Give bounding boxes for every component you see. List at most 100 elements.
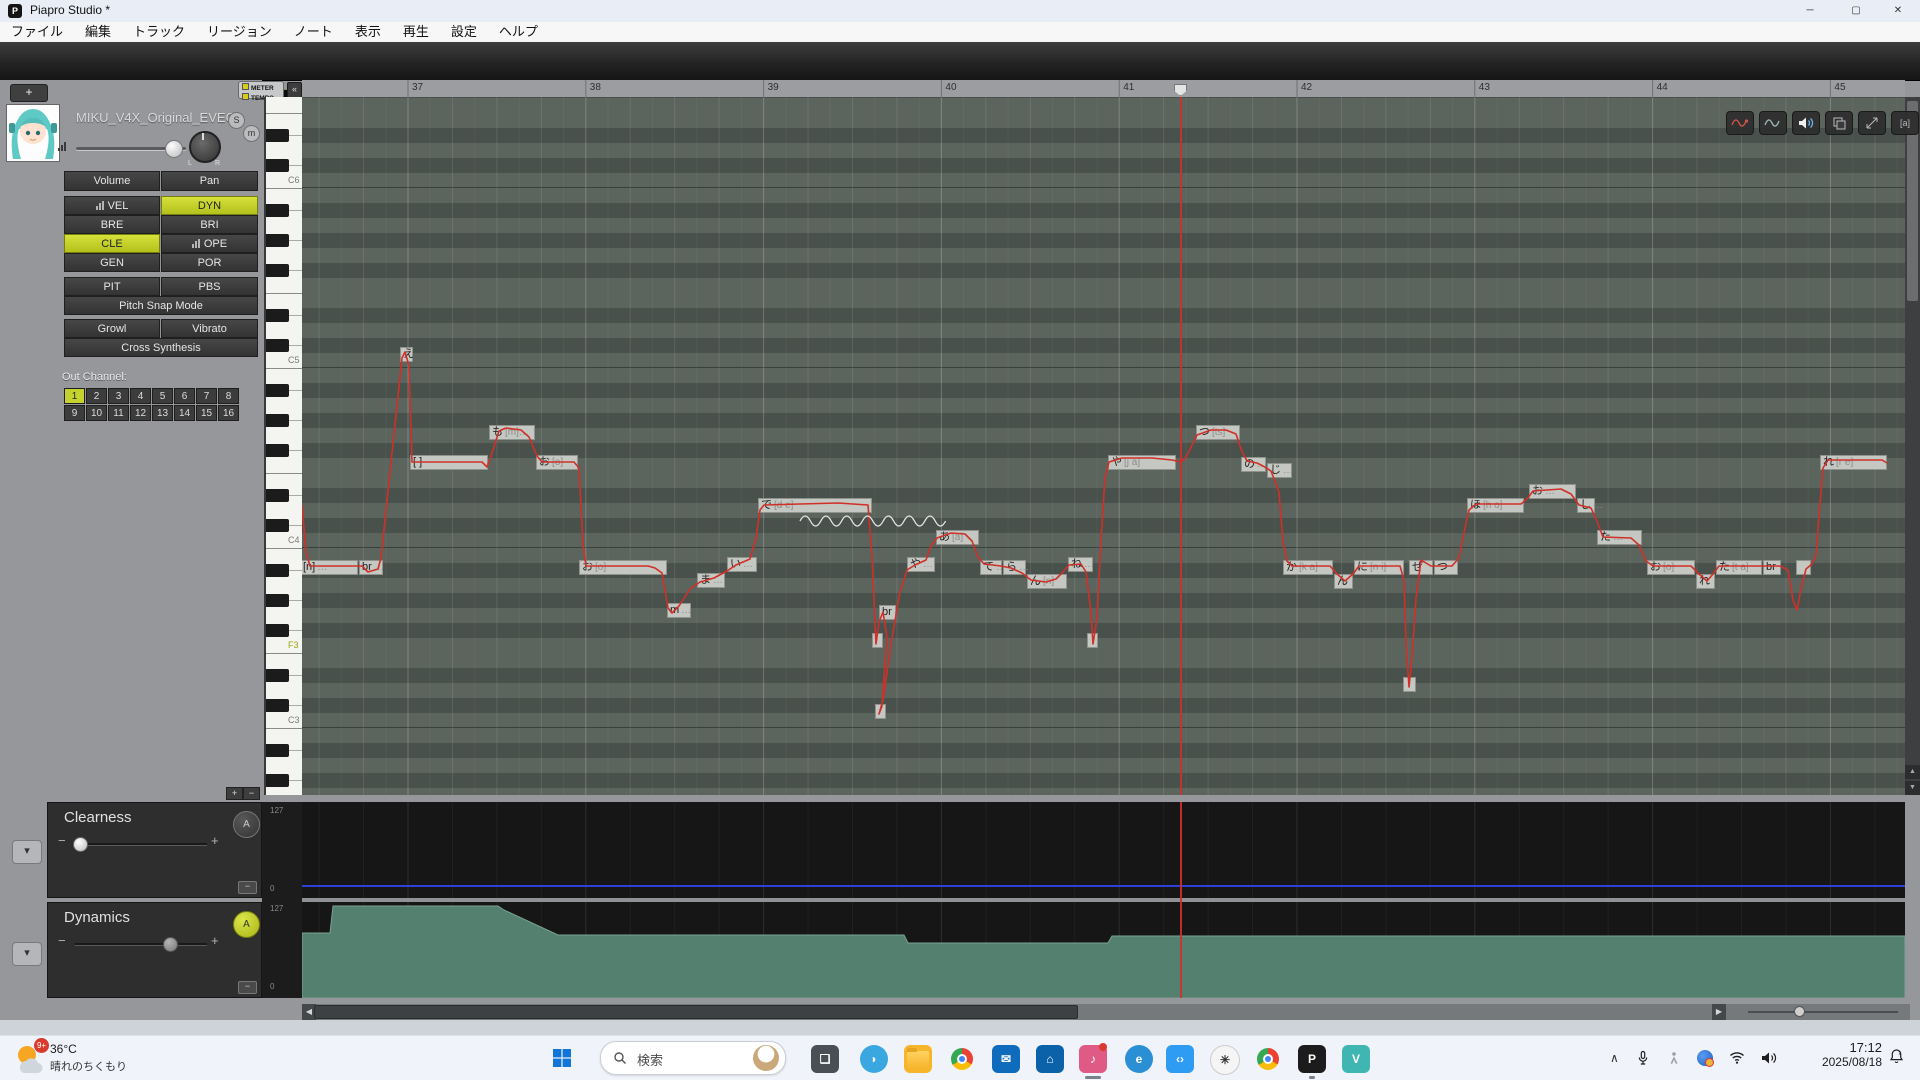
out-channel-11[interactable]: 11 [108, 405, 129, 421]
out-channel-2[interactable]: 2 [86, 388, 107, 404]
track-volume-thumb[interactable] [165, 140, 183, 158]
out-channel-4[interactable]: 4 [130, 388, 151, 404]
black-key[interactable] [266, 519, 289, 532]
piano-keyboard[interactable]: C6C5C4F3C3 [264, 97, 306, 795]
out-channel-5[interactable]: 5 [152, 388, 173, 404]
parameter-lanes[interactable] [302, 802, 1905, 998]
timeline-ruler[interactable]: 373839404142434445 [302, 80, 1905, 98]
param-button-pbs[interactable]: PBS [161, 277, 258, 296]
param-button-pit[interactable]: PIT [64, 277, 160, 296]
param-button-dyn[interactable]: DYN [161, 196, 258, 215]
menu-item-7[interactable]: 設定 [440, 22, 488, 42]
clearness-plus[interactable]: + [211, 833, 219, 848]
taskbar-task-view[interactable]: ❏ [811, 1045, 839, 1073]
param-button-por[interactable]: POR [161, 253, 258, 272]
speaker-icon[interactable] [1792, 111, 1820, 135]
copy-icon[interactable] [1825, 111, 1853, 135]
clearness-auto-button[interactable]: A [233, 811, 260, 838]
black-key[interactable] [266, 129, 289, 142]
dynamics-plus[interactable]: + [211, 933, 219, 948]
microphone-icon[interactable] [1635, 1050, 1651, 1066]
black-key[interactable] [266, 489, 289, 502]
param-button-vibrato[interactable]: Vibrato [161, 319, 258, 338]
volume-tray-icon[interactable] [1761, 1051, 1777, 1065]
taskbar-chrome[interactable] [948, 1045, 976, 1073]
clearness-collapse-button[interactable]: − [238, 881, 257, 894]
taskbar-voice-app[interactable]: V [1342, 1045, 1370, 1073]
param-button-vel[interactable]: VEL [64, 196, 160, 215]
search-highlight-image[interactable] [753, 1045, 779, 1071]
menu-item-1[interactable]: 編集 [74, 22, 122, 42]
dynamics-expand-chevron[interactable]: ▾ [12, 942, 42, 966]
param-button-pitch-snap-mode[interactable]: Pitch Snap Mode [64, 296, 258, 315]
search-input[interactable]: 検索 [600, 1041, 786, 1075]
taskbar-outlook[interactable]: ✉ [992, 1045, 1020, 1073]
param-button-pan[interactable]: Pan [161, 171, 258, 191]
dynamics-collapse-button[interactable]: − [238, 981, 257, 994]
clearness-minus[interactable]: − [58, 833, 66, 848]
taskbar-store[interactable]: ⌂ [1036, 1045, 1064, 1073]
zoom-out-button[interactable]: − [243, 787, 260, 800]
taskbar-piapro-app[interactable]: P [1298, 1045, 1326, 1073]
black-key[interactable] [266, 669, 289, 682]
notification-bell-icon[interactable]: z [1888, 1048, 1905, 1070]
black-key[interactable] [266, 204, 289, 217]
clearness-thumb[interactable] [73, 837, 88, 852]
dynamics-auto-button[interactable]: A [233, 911, 260, 938]
out-channel-10[interactable]: 10 [86, 405, 107, 421]
colored-app-tray-icon[interactable] [1697, 1050, 1713, 1066]
start-button[interactable] [552, 1048, 572, 1073]
weather-description[interactable]: 晴れのちくもり [50, 1058, 127, 1074]
mute-button[interactable]: m [243, 125, 260, 142]
hzoom-thumb[interactable] [1794, 1006, 1805, 1017]
menu-item-4[interactable]: ノート [283, 22, 344, 42]
tray-chevron-up-icon[interactable]: ∧ [1610, 1051, 1619, 1065]
expand-icon[interactable] [1858, 111, 1886, 135]
param-button-cross-synthesis[interactable]: Cross Synthesis [64, 338, 258, 357]
out-channel-1[interactable]: 1 [64, 388, 85, 404]
param-button-growl[interactable]: Growl [64, 319, 160, 338]
horizontal-scrollbar[interactable]: ◀ ▶ [302, 1004, 1910, 1020]
dynamics-slider[interactable] [75, 943, 207, 946]
param-button-volume[interactable]: Volume [64, 171, 160, 191]
taskbar-explorer[interactable] [904, 1045, 932, 1073]
collapse-panel-button[interactable]: « [287, 82, 302, 98]
wifi-icon[interactable] [1729, 1051, 1745, 1064]
solo-button[interactable]: S [228, 112, 245, 129]
out-channel-8[interactable]: 8 [218, 388, 239, 404]
add-track-button[interactable]: + [10, 84, 48, 102]
pitch-wave-icon[interactable] [1759, 111, 1787, 135]
black-key[interactable] [266, 309, 289, 322]
black-key[interactable] [266, 264, 289, 277]
maximize-button[interactable]: ▢ [1834, 0, 1878, 22]
black-key[interactable] [266, 594, 289, 607]
param-button-gen[interactable]: GEN [64, 253, 160, 272]
black-key[interactable] [266, 624, 289, 637]
clearness-slider[interactable] [75, 843, 207, 846]
param-button-bri[interactable]: BRI [161, 215, 258, 234]
horizontal-scrollbar-thumb[interactable] [314, 1005, 1078, 1019]
out-channel-14[interactable]: 14 [174, 405, 195, 421]
scroll-up-icon[interactable]: ▲ [1905, 765, 1920, 779]
playhead-line[interactable] [1180, 97, 1182, 795]
weather-temperature[interactable]: 36°C [50, 1042, 77, 1056]
param-button-cle[interactable]: CLE [64, 234, 160, 253]
clearness-expand-chevron[interactable]: ▾ [12, 840, 42, 864]
dynamics-minus[interactable]: − [58, 933, 66, 948]
dynamics-thumb[interactable] [163, 937, 178, 952]
black-key[interactable] [266, 699, 289, 712]
minimize-button[interactable]: ─ [1788, 0, 1832, 22]
black-key[interactable] [266, 414, 289, 427]
taskbar-chatgpt[interactable]: ✳ [1210, 1045, 1240, 1075]
taskbar-vscode[interactable]: ‹› [1166, 1045, 1194, 1073]
menu-item-8[interactable]: ヘルプ [488, 22, 549, 42]
scroll-down-icon[interactable]: ▼ [1905, 781, 1920, 795]
black-key[interactable] [266, 339, 289, 352]
track-name[interactable]: MIKU_V4X_Original_EVEC [76, 110, 235, 125]
clock[interactable]: 17:12 2025/08/18 [1812, 1040, 1882, 1069]
close-button[interactable]: ✕ [1876, 0, 1920, 22]
taskbar-copilot[interactable]: ◗ [860, 1045, 888, 1073]
piano-roll[interactable]: [n]…br…え[ ]も[m]…お[o]お[o]m…ま…い…で[d e]brや…… [302, 97, 1905, 795]
phoneme-icon[interactable]: [a] [1891, 111, 1919, 135]
menu-item-3[interactable]: リージョン [196, 22, 283, 42]
